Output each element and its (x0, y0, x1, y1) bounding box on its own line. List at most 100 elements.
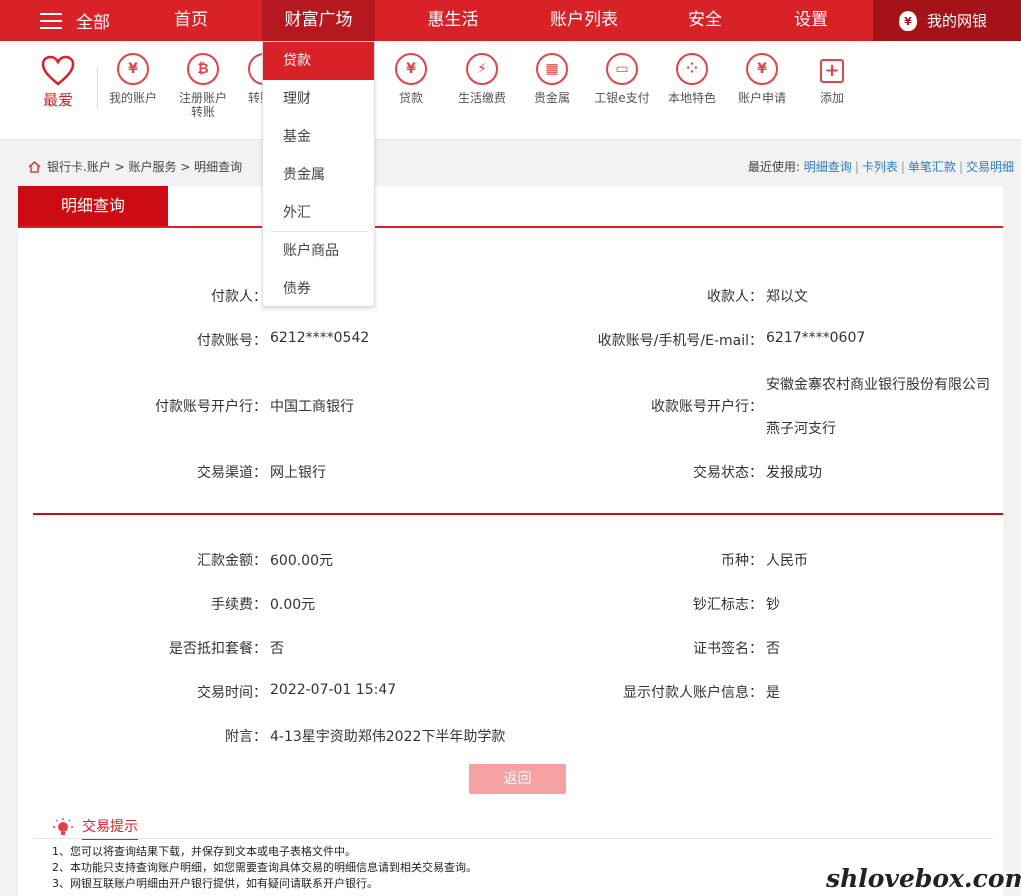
watermark: shlovebox.com (826, 864, 1021, 893)
nav-item-settings[interactable]: 设置 (778, 0, 844, 41)
section-divider (33, 513, 1003, 515)
back-button[interactable]: 返回 (469, 764, 566, 794)
shortcut-label: 贷款 (398, 91, 423, 105)
recent-link-single-remit[interactable]: 单笔汇款 (908, 160, 956, 174)
card-pay-icon: ▭ (606, 53, 638, 85)
fee-label: 手续费： (211, 597, 267, 613)
recent-label: 最近使用: (747, 160, 800, 174)
favorite-button[interactable]: 最爱 (36, 55, 80, 110)
favorite-label: 最爱 (42, 91, 73, 109)
separator: | (900, 160, 905, 174)
add-icon: + (820, 59, 844, 83)
menu-item-account-products[interactable]: 账户商品 (263, 232, 374, 270)
heart-icon (41, 55, 75, 86)
nav-item-home[interactable]: 首页 (150, 0, 232, 41)
show-payer-value: 是 (766, 685, 780, 701)
cert-label: 证书签名： (693, 641, 763, 657)
cert-value: 否 (766, 641, 780, 657)
payee-bank-branch: 燕子河支行 (766, 421, 836, 437)
money-bag-icon: ¥ (395, 53, 427, 85)
amount-value: 600.00元 (270, 553, 333, 569)
nav-item-wealth-square[interactable]: 财富广场 (262, 0, 375, 41)
shortcut-my-account[interactable]: ¥ 我的账户 (98, 53, 168, 105)
tab-bar: 明细查询 (18, 186, 1003, 228)
currency-label: 币种： (721, 553, 763, 569)
menu-item-precious-metals[interactable]: 贵金属 (263, 156, 374, 194)
shortcut-registered-transfer[interactable]: ₿ 注册账户转账 (168, 53, 238, 119)
currency-value: 人民币 (766, 553, 808, 569)
separator: | (854, 160, 859, 174)
menu-item-fund[interactable]: 基金 (263, 118, 374, 156)
shortcut-e-pay[interactable]: ▭ 工银e支付 (587, 53, 657, 105)
payer-bank-value: 中国工商银行 (270, 399, 354, 415)
divider (33, 838, 993, 839)
fee-value: 0.00元 (270, 597, 316, 613)
channel-label: 交易渠道： (197, 465, 267, 481)
shortcut-label: 添加 (819, 91, 844, 105)
my-bank-label: 我的网银 (927, 12, 988, 30)
payee-account-label: 收款账号/手机号/E-mail： (597, 333, 763, 349)
transfer-icon (248, 53, 262, 85)
nav-item-good-life[interactable]: 惠生活 (410, 0, 496, 41)
menu-item-bonds[interactable]: 债券 (263, 270, 374, 308)
breadcrumb-path[interactable]: 银行卡.账户 > 账户服务 > 明细查询 (47, 158, 242, 175)
payer-label: 付款人： (211, 289, 267, 305)
shortcut-add[interactable]: + 添加 (797, 53, 867, 105)
yuan-coin-icon: ¥ (117, 53, 149, 85)
nav-item-account-list[interactable]: 账户列表 (536, 0, 632, 41)
shortcut-precious-metals[interactable]: ▦ 贵金属 (517, 53, 587, 105)
home-icon (28, 160, 41, 173)
note-value: 4-13星宇资助郑伟2022下半年助学款 (270, 729, 506, 745)
shortcut-utility-payment[interactable]: ⚡ 生活缴费 (447, 53, 517, 105)
shortcut-label: 本地特色 (667, 91, 716, 105)
payee-account-value: 6217****0607 (766, 330, 866, 346)
top-navigation-bar: 全部 首页 财富广场 惠生活 账户列表 安全 设置 ¥ 我的网银 (0, 0, 1021, 41)
tip-line-2: 2、本功能只支持查询账户明细，如您需要查询具体交易的明细信息请到相关交易查询。 (52, 861, 477, 874)
account-apply-icon: ¥ (746, 53, 778, 85)
tip-line-3: 3、网银互联账户明细由开户银行提供，如有疑问请联系开户银行。 (52, 877, 378, 890)
payer-account-value: 6212****0542 (270, 330, 370, 346)
payee-value: 郑以文 (766, 289, 808, 305)
cash-flag-value: 钞 (766, 597, 780, 613)
cash-flag-label: 钞汇标志： (693, 597, 763, 613)
time-value: 2022-07-01 15:47 (270, 682, 397, 698)
shortcut-label: 转账 (248, 91, 262, 105)
detail-panel: 付款人： 收款人： 郑以文 付款账号： 6212****0542 收款账号/手机… (18, 228, 1003, 800)
shortcut-label: 注册账户转账 (178, 91, 227, 119)
shortcut-label: 贵金属 (533, 91, 570, 105)
local-features-icon: ⁘ (676, 53, 708, 85)
gold-bars-icon: ▦ (536, 53, 568, 85)
menu-item-wealth-management[interactable]: 理财 (263, 80, 374, 118)
shortcut-bar: 最爱 ¥ 我的账户 ₿ 注册账户转账 转账 ¥ 贷款 ⚡ 生活缴费 ▦ 贵金属 … (0, 41, 1021, 140)
payer-bank-label: 付款账号开户行： (155, 399, 267, 415)
recent-link-detail-query[interactable]: 明细查询 (804, 160, 852, 174)
shortcut-label: 我的账户 (108, 91, 157, 105)
transfer-coin-icon: ₿ (187, 53, 219, 85)
tab-detail-query[interactable]: 明细查询 (18, 186, 168, 226)
wealth-dropdown-menu: 贷款 理财 基金 贵金属 外汇 账户商品 债券 (262, 41, 375, 307)
menu-item-forex[interactable]: 外汇 (263, 194, 374, 232)
recent-link-transaction-detail[interactable]: 交易明细 (966, 160, 1014, 174)
my-bank-button[interactable]: ¥ 我的网银 (873, 0, 1021, 41)
shortcut-label: 账户申请 (737, 91, 786, 105)
menu-item-loan[interactable]: 贷款 (263, 42, 374, 80)
shortcut-loan[interactable]: ¥ 贷款 (376, 53, 446, 105)
nav-all-menu[interactable]: 全部 (40, 0, 110, 41)
separator: | (958, 160, 963, 174)
amount-label: 汇款金额： (197, 553, 267, 569)
recent-link-card-list[interactable]: 卡列表 (862, 160, 898, 174)
nav-item-security[interactable]: 安全 (672, 0, 738, 41)
tip-line-1: 1、您可以将查询结果下载，并保存到文本或电子表格文件中。 (52, 845, 356, 858)
hamburger-icon (40, 12, 62, 29)
package-value: 否 (270, 641, 284, 657)
status-value: 发报成功 (766, 465, 822, 481)
status-label: 交易状态： (693, 465, 763, 481)
shortcut-local-features[interactable]: ⁘ 本地特色 (657, 53, 727, 105)
shortcut-transfer[interactable]: 转账 (238, 53, 262, 105)
time-label: 交易时间： (197, 685, 267, 701)
shortcut-account-apply[interactable]: ¥ 账户申请 (727, 53, 797, 105)
water-drop-icon: ⚡ (466, 53, 498, 85)
shortcut-label: 生活缴费 (457, 91, 506, 105)
show-payer-label: 显示付款人账户信息： (623, 685, 763, 701)
breadcrumb: 银行卡.账户 > 账户服务 > 明细查询 (28, 158, 242, 175)
